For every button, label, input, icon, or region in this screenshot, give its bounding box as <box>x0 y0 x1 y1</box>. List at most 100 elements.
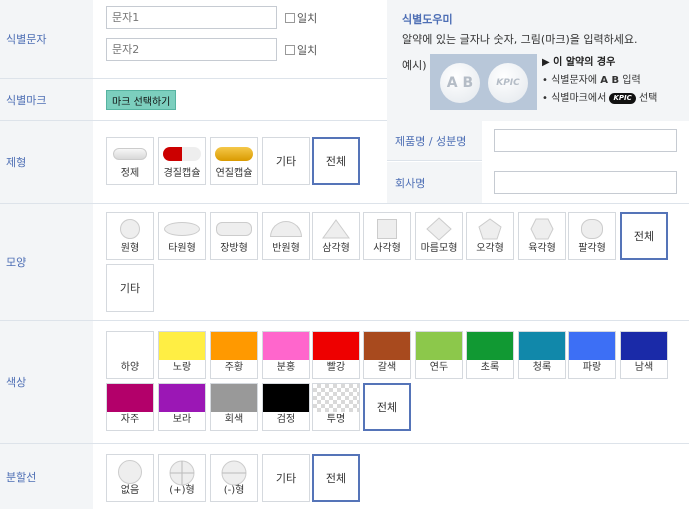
shape-label: 모양 <box>0 204 93 320</box>
round-icon <box>120 219 140 239</box>
color-option-8[interactable]: 청록 <box>518 331 566 379</box>
shape-option-round[interactable]: 원형 <box>106 212 154 260</box>
form-option-tablet[interactable]: 정제 <box>106 137 154 185</box>
color-swatch <box>159 384 205 412</box>
shape-option-square[interactable]: 사각형 <box>363 212 411 260</box>
color-row: 색상 하양 노랑 주황 분홍 빨강 갈색 연두 초록 청록 파랑 남색자주 보라 회색 검정 투명 전체 <box>0 321 689 444</box>
octagon-icon <box>581 219 603 239</box>
color-option-5[interactable]: 갈색 <box>363 331 411 379</box>
shape-row: 모양 원형 타원형 장방형 반원형 삼각형 사각형 마름모형 오각형 육각형 팔… <box>0 204 689 321</box>
checkbox-icon[interactable] <box>285 45 295 55</box>
form-label: 제형 <box>0 121 93 203</box>
kpic-logo: KPIC <box>609 92 636 104</box>
color-swatch <box>569 332 615 360</box>
checkbox-icon[interactable] <box>285 13 295 23</box>
color-option-1[interactable]: 노랑 <box>158 331 206 379</box>
color-swatch <box>211 332 257 360</box>
color-swatch <box>263 332 309 360</box>
helper-case-line1: • 식별문자에 A B 입력 <box>542 75 641 86</box>
company-label: 회사명 <box>387 162 482 203</box>
imprint-input-2[interactable] <box>106 38 277 61</box>
score-option-minus[interactable]: (-)형 <box>210 454 258 502</box>
helper-case: ▶ 이 알약의 경우 • 식별문자에 A B 입력 • 식별마크에서 KPIC … <box>542 54 657 108</box>
shape-option-oval[interactable]: 타원형 <box>158 212 206 260</box>
shape-option-all[interactable]: 전체 <box>620 212 668 260</box>
company-input[interactable] <box>494 171 677 194</box>
hexagon-icon <box>530 218 554 240</box>
color-option-3[interactable]: 분홍 <box>262 331 310 379</box>
form-option-all[interactable]: 전체 <box>312 137 360 185</box>
color-option-7[interactable]: 초록 <box>466 331 514 379</box>
color-option-16[interactable]: 전체 <box>363 383 411 431</box>
color-swatch <box>211 384 257 412</box>
helper-case-title: ▶ 이 알약의 경우 <box>542 57 616 68</box>
color-option-15[interactable]: 투명 <box>312 383 360 431</box>
color-swatch <box>621 332 667 360</box>
score-option-all[interactable]: 전체 <box>312 454 360 502</box>
diamond-icon <box>426 217 452 241</box>
color-swatch <box>467 332 513 360</box>
mark-label: 식별마크 <box>0 79 93 120</box>
helper-example-label: 예시) <box>402 59 427 72</box>
helper-case-line2: • 식별마크에서 KPIC 선택 <box>542 92 658 104</box>
color-option-12[interactable]: 보라 <box>158 383 206 431</box>
score-label: 분할선 <box>0 444 93 509</box>
form-option-other[interactable]: 기타 <box>262 137 310 185</box>
form-option-soft-capsule[interactable]: 연질캡슐 <box>210 137 258 185</box>
helper-desc: 알약에 있는 글자나 숫자, 그림(마크)을 입력하세요. <box>402 33 638 46</box>
color-option-9[interactable]: 파랑 <box>568 331 616 379</box>
color-swatch <box>519 332 565 360</box>
shape-option-triangle[interactable]: 삼각형 <box>312 212 360 260</box>
select-mark-button[interactable]: 마크 선택하기 <box>106 90 177 110</box>
shape-option-semicircle[interactable]: 반원형 <box>262 212 310 260</box>
shape-option-octagon[interactable]: 팔각형 <box>568 212 616 260</box>
color-swatch <box>263 384 309 412</box>
oval-icon <box>164 222 200 236</box>
color-label: 색상 <box>0 321 93 443</box>
color-swatch <box>416 332 462 360</box>
score-option-none[interactable]: 없음 <box>106 454 154 502</box>
shape-option-hexagon[interactable]: 육각형 <box>518 212 566 260</box>
score-option-plus[interactable]: (+)형 <box>158 454 206 502</box>
shape-option-other[interactable]: 기타 <box>106 264 154 312</box>
color-option-4[interactable]: 빨강 <box>312 331 360 379</box>
oblong-icon <box>216 222 252 236</box>
form-option-hard-capsule[interactable]: 경질캡슐 <box>158 137 206 185</box>
tablet-icon <box>113 148 147 160</box>
color-content: 하양 노랑 주황 분홍 빨강 갈색 연두 초록 청록 파랑 남색자주 보라 회색 검정 투명 전체 <box>93 321 689 443</box>
color-swatch <box>107 332 153 360</box>
color-swatch <box>107 384 153 412</box>
shape-option-oblong[interactable]: 장방형 <box>210 212 258 260</box>
color-option-2[interactable]: 주황 <box>210 331 258 379</box>
score-content: 없음 (+)형 (-)형 기타 전체 <box>93 444 689 509</box>
exact-label: 일치 <box>297 12 318 25</box>
color-option-6[interactable]: 연두 <box>415 331 463 379</box>
exact-label: 일치 <box>297 44 318 57</box>
soft-capsule-icon <box>215 147 253 161</box>
shape-content: 원형 타원형 장방형 반원형 삼각형 사각형 마름모형 오각형 육각형 팔각형 … <box>93 204 689 320</box>
imprint-exact-2[interactable]: 일치 <box>285 42 317 58</box>
color-option-13[interactable]: 회색 <box>210 383 258 431</box>
product-name-label: 제품명 / 성분명 <box>387 121 482 161</box>
pentagon-icon <box>478 218 502 240</box>
square-icon <box>377 219 397 239</box>
triangle-icon <box>322 219 350 239</box>
imprint-input-1[interactable] <box>106 6 277 29</box>
color-option-14[interactable]: 검정 <box>262 383 310 431</box>
imprint-exact-1[interactable]: 일치 <box>285 10 317 26</box>
score-option-other[interactable]: 기타 <box>262 454 310 502</box>
hard-capsule-icon <box>163 147 201 161</box>
shape-option-pentagon[interactable]: 오각형 <box>466 212 514 260</box>
imprint-label: 식별문자 <box>0 0 93 78</box>
color-option-10[interactable]: 남색 <box>620 331 668 379</box>
helper-title: 식별도우미 <box>402 13 453 26</box>
product-name-input[interactable] <box>494 129 677 152</box>
shape-option-diamond[interactable]: 마름모형 <box>415 212 463 260</box>
color-option-11[interactable]: 자주 <box>106 383 154 431</box>
pill-back: KPIC <box>488 63 528 103</box>
color-option-0[interactable]: 하양 <box>106 331 154 379</box>
imprint-helper: 식별도우미 알약에 있는 글자나 숫자, 그림(마크)을 입력하세요. 예시) … <box>387 0 689 121</box>
semicircle-icon <box>270 221 302 237</box>
score-row: 분할선 없음 (+)형 (-)형 기타 전체 <box>0 444 689 509</box>
color-swatch <box>159 332 205 360</box>
